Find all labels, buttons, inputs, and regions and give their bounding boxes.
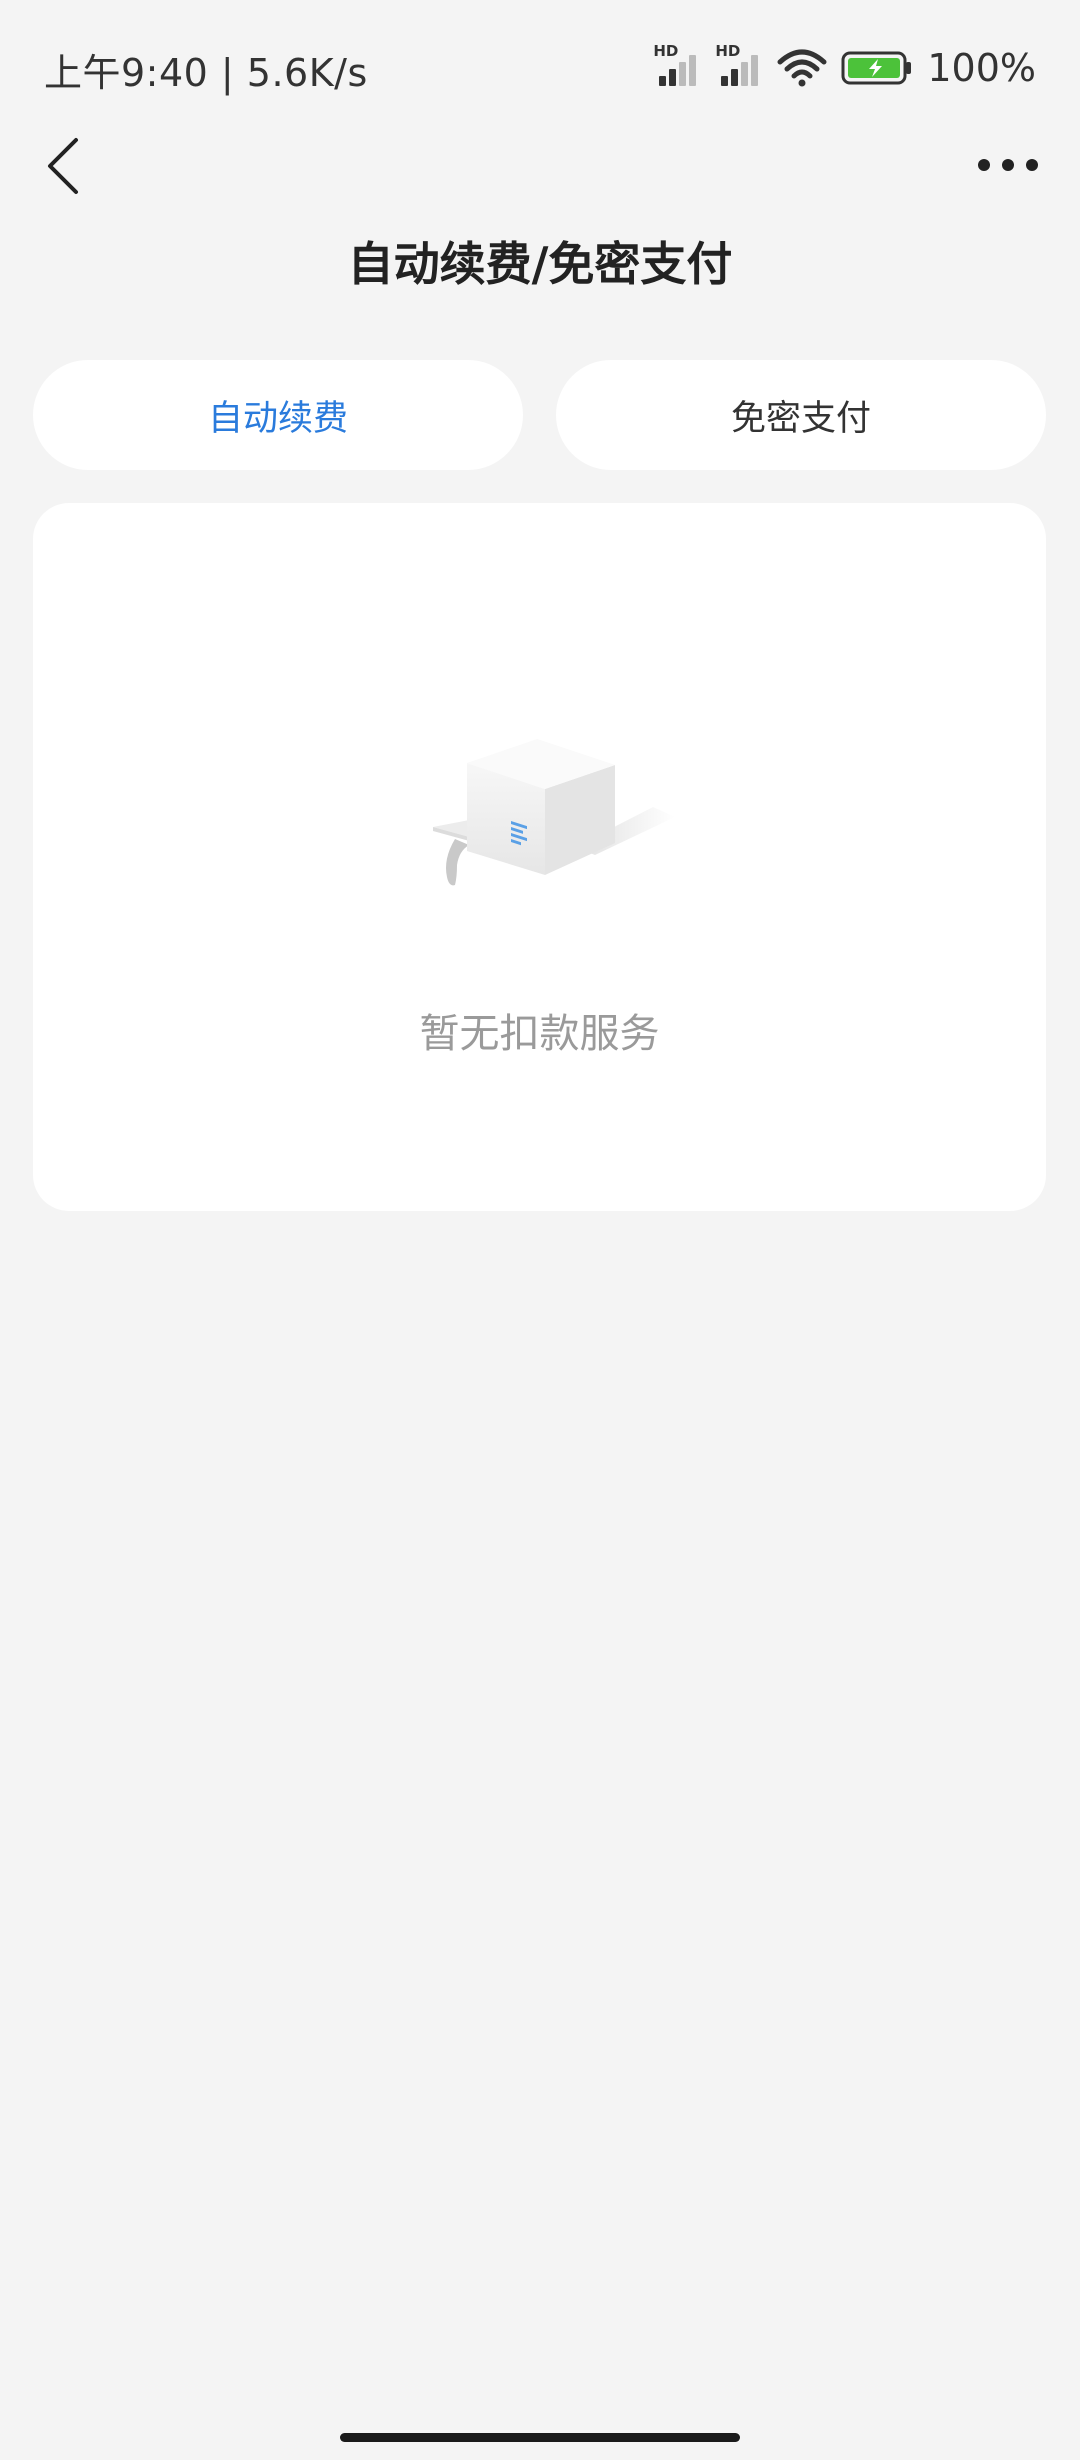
empty-state-message: 暂无扣款服务 bbox=[419, 1011, 660, 1057]
hd-label-1: HD bbox=[653, 42, 679, 60]
more-dots-icon bbox=[978, 159, 1038, 171]
status-bar: 上午9:40 | 5.6K/s HD HD 100% bbox=[0, 0, 1080, 130]
content-card: 暂无扣款服务 bbox=[33, 503, 1046, 1211]
empty-box-illustration bbox=[433, 739, 675, 886]
screen: 上午9:40 | 5.6K/s HD HD 100% 自动续费/免密支付 自动续… bbox=[0, 0, 1080, 2460]
status-icons: HD HD 100% bbox=[653, 42, 1036, 92]
more-options-button[interactable] bbox=[968, 140, 1048, 190]
page-title: 自动续费/免密支付 bbox=[347, 237, 733, 291]
battery-percent: 100% bbox=[927, 46, 1036, 90]
battery-icon bbox=[841, 51, 912, 85]
signal-icon-1: HD bbox=[653, 42, 701, 88]
back-button[interactable] bbox=[36, 128, 96, 208]
wifi-icon bbox=[777, 49, 827, 87]
tab-auto-renewal-label: 自动续费 bbox=[207, 398, 348, 439]
chevron-left-icon bbox=[48, 138, 78, 194]
signal-icon-2: HD bbox=[715, 42, 763, 88]
home-indicator[interactable] bbox=[340, 2433, 740, 2442]
tab-password-free-payment[interactable]: 免密支付 bbox=[556, 360, 1046, 470]
status-time-speed: 上午9:40 | 5.6K/s bbox=[44, 51, 368, 95]
tab-password-free-payment-label: 免密支付 bbox=[730, 398, 871, 439]
hd-label-2: HD bbox=[715, 42, 741, 60]
tab-auto-renewal[interactable]: 自动续费 bbox=[33, 360, 523, 470]
